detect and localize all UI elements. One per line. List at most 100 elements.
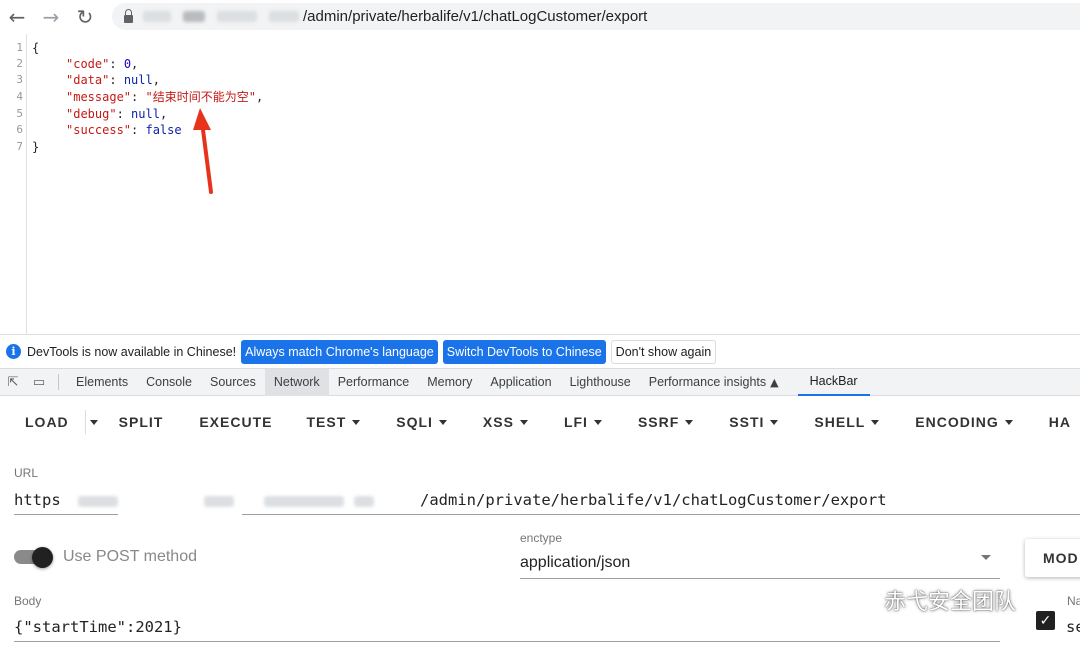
test-menu-button[interactable]: TEST: [306, 404, 361, 440]
tab-label: Performance insights: [648, 375, 767, 389]
modify-header-button[interactable]: MOD: [1025, 539, 1080, 577]
reload-icon[interactable]: ↻: [68, 0, 102, 34]
device-toolbar-icon[interactable]: ▭: [26, 369, 52, 395]
switch-to-chinese-button[interactable]: Switch DevTools to Chinese: [442, 339, 606, 364]
shell-menu-button[interactable]: SHELL: [814, 404, 880, 440]
json-line: "success": false: [66, 123, 182, 137]
ssrf-menu-button[interactable]: SSRF: [637, 404, 694, 440]
devtools-tab-strip: ⇱ ▭ Elements Console Sources Network Per…: [0, 368, 1080, 396]
json-key: "data": [66, 73, 110, 87]
lfi-label: LFI: [563, 414, 588, 430]
line-number: 3: [16, 73, 23, 86]
devtools-language-infobar: i DevTools is now available in Chinese! …: [0, 334, 1080, 368]
line-number: 6: [16, 123, 23, 136]
annotation-arrow-icon: [193, 108, 213, 194]
post-method-toggle-knob[interactable]: [32, 547, 53, 568]
field-underline: [242, 514, 1080, 515]
tab-application[interactable]: Application: [481, 369, 560, 396]
address-bar[interactable]: /admin/private/herbalife/v1/chatLogCusto…: [112, 3, 1080, 30]
encoding-menu-button[interactable]: ENCODING: [915, 404, 1013, 440]
json-line: "message": "结束时间不能为空",: [66, 90, 264, 104]
arrow-left-icon[interactable]: ←: [0, 0, 34, 34]
enctype-select[interactable]: application/json: [520, 554, 630, 572]
redacted-host: [269, 11, 299, 22]
dont-show-again-button[interactable]: Don't show again: [610, 339, 717, 364]
json-value: false: [145, 123, 182, 137]
hashing-menu-button[interactable]: HA: [1049, 404, 1071, 440]
line-number: 4: [16, 90, 23, 103]
browser-toolbar: ← → ↻ /admin/private/herbalife/v1/chatLo…: [0, 0, 1080, 34]
json-key: "debug": [66, 107, 117, 121]
json-line: "code": 0,: [66, 57, 139, 71]
header-enabled-checkbox[interactable]: ✓: [1036, 611, 1055, 630]
redacted-host: [264, 496, 344, 507]
json-open-brace: {: [32, 41, 40, 55]
line-number: 7: [16, 140, 23, 153]
execute-button[interactable]: EXECUTE: [199, 404, 272, 440]
json-line: "debug": null,: [66, 107, 168, 121]
redacted-host: [217, 11, 257, 22]
line-number: 2: [16, 57, 23, 70]
chevron-down-icon: [871, 419, 880, 425]
field-underline: [520, 578, 1000, 579]
body-field-label: Body: [14, 594, 42, 608]
lock-icon: [124, 8, 133, 23]
tab-performance-insights[interactable]: Performance insights ▲: [640, 369, 788, 396]
field-underline: [14, 514, 118, 515]
json-key: "success": [66, 123, 132, 137]
arrow-right-icon[interactable]: →: [34, 0, 68, 34]
divider: [58, 374, 59, 390]
xss-menu-button[interactable]: XSS: [483, 404, 528, 440]
ssti-label: SSTI: [729, 414, 765, 430]
json-value: null: [131, 107, 160, 121]
chevron-down-icon: [685, 419, 694, 425]
tab-console[interactable]: Console: [137, 369, 201, 396]
field-underline: [14, 641, 1000, 642]
tab-hackbar[interactable]: HackBar: [797, 369, 870, 396]
hackbar-toolbar: LOAD SPLIT EXECUTE TEST SQLI XSS LFI SSR…: [0, 396, 1080, 448]
watermark: 赤弋安全团队: [842, 584, 1016, 616]
split-button[interactable]: SPLIT: [119, 404, 164, 440]
sqli-label: SQLI: [396, 414, 433, 430]
redacted-host: [354, 496, 374, 507]
tab-memory[interactable]: Memory: [418, 369, 481, 396]
ssrf-label: SSRF: [637, 414, 680, 430]
always-match-language-button[interactable]: Always match Chrome's language: [241, 339, 438, 364]
post-method-label: Use POST method: [63, 548, 197, 565]
inspect-element-icon[interactable]: ⇱: [0, 369, 26, 395]
header-name-input[interactable]: se: [1066, 618, 1080, 636]
shell-label: SHELL: [814, 414, 866, 430]
load-dropdown-chevron-down-icon[interactable]: [86, 404, 102, 440]
redacted-host: [143, 11, 171, 22]
tab-network[interactable]: Network: [264, 368, 329, 396]
tab-elements[interactable]: Elements: [67, 369, 137, 396]
url-field[interactable]: https /admin/private/herbalife/v1/chatLo…: [14, 486, 1080, 516]
tab-sources[interactable]: Sources: [201, 369, 265, 396]
wechat-logo-icon: [843, 588, 875, 611]
chevron-down-icon: [770, 419, 779, 425]
json-close-brace: }: [32, 140, 40, 154]
url-field-label: URL: [14, 466, 39, 480]
url-path-text: /admin/private/herbalife/v1/chatLogCusto…: [303, 8, 648, 25]
load-button[interactable]: LOAD: [25, 404, 69, 440]
redacted-host: [78, 496, 118, 507]
lfi-menu-button[interactable]: LFI: [564, 404, 602, 440]
ssti-menu-button[interactable]: SSTI: [729, 404, 779, 440]
chevron-down-icon[interactable]: [981, 555, 991, 560]
redacted-host: [204, 496, 234, 507]
chevron-down-icon: [438, 419, 447, 425]
chevron-down-icon: [593, 419, 602, 425]
sqli-menu-button[interactable]: SQLI: [396, 404, 447, 440]
tab-performance[interactable]: Performance: [329, 369, 419, 396]
infobar-message: DevTools is now available in Chinese!: [27, 344, 237, 359]
tab-lighthouse[interactable]: Lighthouse: [561, 369, 640, 396]
watermark-text: 赤弋安全团队: [884, 590, 1017, 615]
url-prefix-text: https: [14, 491, 61, 509]
enctype-label: enctype: [520, 531, 563, 545]
url-path-value: /admin/private/herbalife/v1/chatLogCusto…: [420, 491, 887, 509]
chevron-down-icon: [1004, 419, 1013, 425]
test-label: TEST: [306, 414, 347, 430]
encoding-label: ENCODING: [915, 414, 999, 430]
body-input[interactable]: {"startTime":2021}: [14, 618, 182, 636]
json-value: 0: [123, 57, 132, 71]
